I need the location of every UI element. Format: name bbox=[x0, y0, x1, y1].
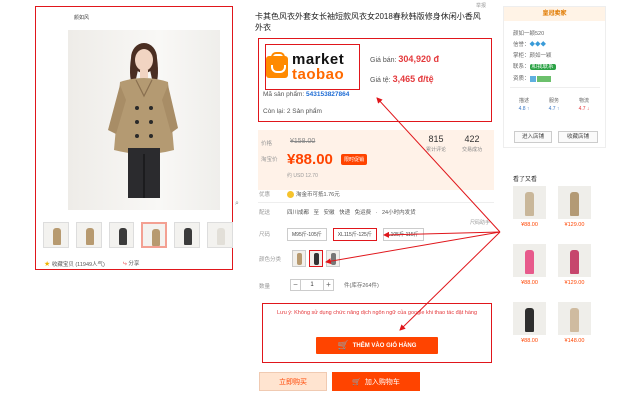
size-option[interactable]: L105斤-115斤 bbox=[382, 228, 424, 241]
thumbnail-active[interactable] bbox=[141, 222, 168, 248]
thumbnail[interactable] bbox=[43, 222, 69, 248]
reviews-count: 815 bbox=[428, 134, 444, 144]
quantity-input[interactable]: 1 bbox=[301, 279, 323, 291]
usd-price: 约 USD 12.70 bbox=[287, 173, 318, 179]
color-swatch-gray[interactable] bbox=[326, 250, 340, 267]
price-label: 价格 bbox=[261, 141, 273, 147]
size-label: 尺码 bbox=[259, 232, 271, 238]
quantity-plus-button[interactable]: + bbox=[323, 279, 334, 291]
shop-qualification: 资质： bbox=[513, 74, 552, 82]
add-to-cart-button[interactable]: 🛒 加入购物车 bbox=[332, 372, 420, 391]
size-options: M95斤-105斤 XL115斤-125斤 L105斤-115斤 bbox=[287, 228, 424, 241]
sku-block: Mã sản phẩm: 543153827864 Còn lại: 2 Sản… bbox=[263, 86, 349, 120]
recommendation-item[interactable]: ¥88.00 bbox=[513, 302, 546, 344]
market-taobao-logo: market taobao bbox=[265, 44, 360, 90]
rating-description: 描述 4.8 ↑ bbox=[518, 98, 530, 112]
thumbnail[interactable] bbox=[108, 222, 135, 248]
coin-icon bbox=[287, 191, 294, 199]
promo-badge: 限时促销 bbox=[341, 154, 368, 165]
share-link[interactable]: ⤷ 分享 bbox=[123, 259, 139, 268]
color-swatch-khaki[interactable] bbox=[292, 250, 306, 267]
sale-price: ¥88.00 bbox=[287, 151, 333, 168]
original-price: ¥158.00 bbox=[290, 138, 316, 145]
brand-bottom: taobao bbox=[292, 66, 345, 83]
main-product-image[interactable] bbox=[68, 30, 220, 210]
shop-owner: 掌柜：颜如一颖 bbox=[513, 53, 552, 59]
recommendation-item[interactable]: ¥88.00 bbox=[513, 244, 546, 286]
points-perk: 淘金币可抵1.76元 bbox=[287, 190, 340, 199]
vnd-price-label: Giá bán: bbox=[370, 57, 397, 64]
also-viewed-title: 看了又看 bbox=[513, 177, 538, 183]
recommendation-item[interactable]: ¥88.00 bbox=[513, 186, 546, 228]
reviews-stat[interactable]: 815 累计评论 bbox=[426, 134, 446, 153]
product-title: 卡其色风衣外套女长袖短款风衣女2018春秋韩版修身休闲小香风外衣 bbox=[255, 12, 481, 32]
thumbnail-strip bbox=[43, 222, 233, 248]
shop-name[interactable]: 颜如一颖520 bbox=[513, 29, 544, 37]
cart-icon: 🛒 bbox=[352, 378, 361, 386]
magnifier-icon[interactable]: ⌕ bbox=[235, 200, 239, 208]
cart-icon: 🛒 bbox=[337, 340, 349, 350]
promo-price-label: 淘宝价 bbox=[261, 157, 278, 163]
exchange-rate: 3,465 đ/tệ bbox=[392, 74, 434, 84]
sales-label: 交易成功 bbox=[462, 147, 483, 153]
size-option[interactable]: M95斤-105斤 bbox=[287, 228, 327, 241]
quantity-stepper: − 1 + bbox=[290, 279, 334, 291]
stock-value: 2 Sản phẩm bbox=[286, 108, 322, 115]
stock-count: 件(库存264件) bbox=[344, 283, 379, 289]
brand-top: market bbox=[292, 51, 345, 68]
favorite-share-bar: ★ 收藏宝贝 (11949人气) ⤷ 分享 bbox=[44, 259, 139, 268]
rating-service: 服务 4.7 ↑ bbox=[548, 98, 560, 112]
enter-shop-button[interactable]: 进入店铺 bbox=[514, 131, 552, 143]
sku-value: 543153827864 bbox=[306, 91, 350, 98]
thumbnail[interactable] bbox=[174, 222, 201, 248]
recommendation-item[interactable]: ¥129.00 bbox=[558, 244, 591, 286]
recommendation-item[interactable]: ¥148.00 bbox=[558, 302, 591, 344]
color-options bbox=[292, 250, 340, 267]
shipping-label: 配送 bbox=[259, 210, 271, 216]
color-label: 颜色分类 bbox=[259, 257, 282, 263]
shopping-bag-icon bbox=[266, 52, 288, 78]
stock-label: Còn lại: bbox=[263, 108, 286, 115]
size-option-selected[interactable]: XL115斤-125斤 bbox=[332, 228, 377, 241]
vnd-price-block: Giá bán: 304,920 đ Giá tệ: 3,465 đ/tệ bbox=[370, 50, 439, 90]
sales-count: 422 bbox=[464, 134, 480, 144]
shop-credit: 信誉：◆◆◆ bbox=[513, 42, 547, 48]
shop-contact[interactable]: 联系： 和我联系 bbox=[513, 62, 556, 70]
add-to-cart-extension-button[interactable]: 🛒 THÊM VÀO GIỎ HÀNG bbox=[316, 337, 438, 354]
buy-now-button[interactable]: 立即购买 bbox=[259, 372, 327, 391]
color-swatch-black-selected[interactable] bbox=[309, 250, 323, 267]
rate-label: Giá tệ: bbox=[370, 77, 391, 84]
size-guide-link[interactable]: 尺码助手 bbox=[470, 219, 490, 226]
favorite-link[interactable]: ★ 收藏宝贝 (11949人气) bbox=[44, 260, 105, 268]
store-badge: 颜如风 bbox=[74, 15, 90, 21]
perks-label: 优惠 bbox=[259, 192, 271, 198]
sales-stat: 422 交易成功 bbox=[462, 134, 482, 153]
shop-header: 皇冠卖家 bbox=[504, 7, 605, 21]
recommendation-item[interactable]: ¥129.00 bbox=[558, 186, 591, 228]
reviews-label: 累计评论 bbox=[426, 147, 447, 153]
shop-panel: 皇冠卖家 颜如一颖520 信誉：◆◆◆ 掌柜：颜如一颖 联系： 和我联系 资质： … bbox=[503, 6, 606, 148]
sku-label: Mã sản phẩm: bbox=[263, 91, 305, 98]
divider bbox=[258, 202, 494, 203]
share-icon: ⤷ bbox=[122, 260, 127, 267]
thumbnail[interactable] bbox=[75, 222, 102, 248]
star-icon: ★ bbox=[44, 260, 51, 268]
quantity-label: 数量 bbox=[259, 284, 271, 290]
notice-text: Lưu ý: Không sử dụng chức năng dịch ngôn… bbox=[276, 310, 478, 316]
favorite-shop-button[interactable]: 收藏店铺 bbox=[558, 131, 598, 143]
add-to-cart-label: 加入购物车 bbox=[364, 378, 400, 386]
shipping-info[interactable]: 四川成都 至 安徽 快递 免运费 · 24小时内发货 bbox=[287, 208, 416, 216]
quantity-minus-button[interactable]: − bbox=[290, 279, 301, 291]
thumbnail[interactable] bbox=[207, 222, 233, 248]
add-to-cart-extension-label: THÊM VÀO GIỎ HÀNG bbox=[352, 342, 417, 349]
rating-logistics: 物流 4.7 ↓ bbox=[578, 98, 590, 112]
report-link[interactable]: 举报 bbox=[476, 2, 486, 9]
vnd-price: 304,920 đ bbox=[398, 54, 439, 64]
